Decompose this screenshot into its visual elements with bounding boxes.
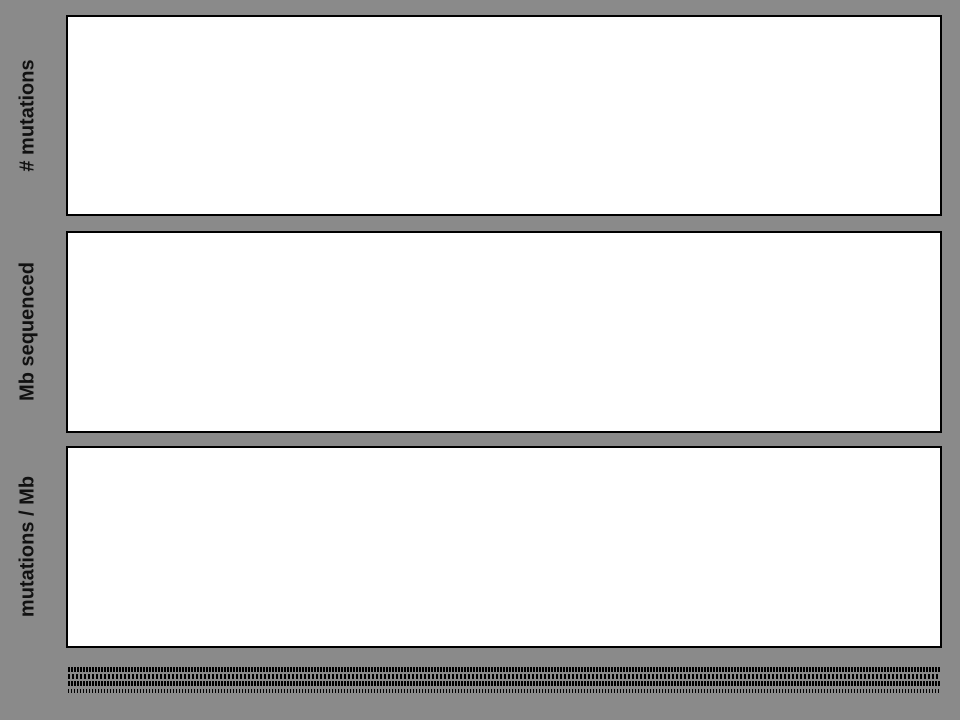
panel-mutations-per-mb	[66, 446, 942, 648]
center-color-strip-gap2	[68, 433, 940, 446]
sample-label-row	[68, 667, 940, 672]
mutations-per-mb-bar-chart	[68, 448, 940, 645]
mb-sequenced-bar-chart	[68, 233, 940, 430]
figure: # mutations Mb sequenced mutations / Mb	[0, 0, 960, 720]
sample-label-row	[68, 681, 940, 686]
sample-labels-strip	[68, 648, 940, 718]
mutations-bar-chart	[68, 17, 940, 214]
y-axis-label-mutations-per-mb: mutations / Mb	[17, 417, 40, 677]
center-color-strip-top	[68, 0, 940, 14]
sample-label-row	[68, 674, 940, 679]
panel-mb-sequenced	[66, 231, 942, 433]
panel-mutations	[66, 15, 942, 216]
center-color-strip-gap1	[68, 216, 940, 231]
sample-label-row	[68, 689, 940, 693]
